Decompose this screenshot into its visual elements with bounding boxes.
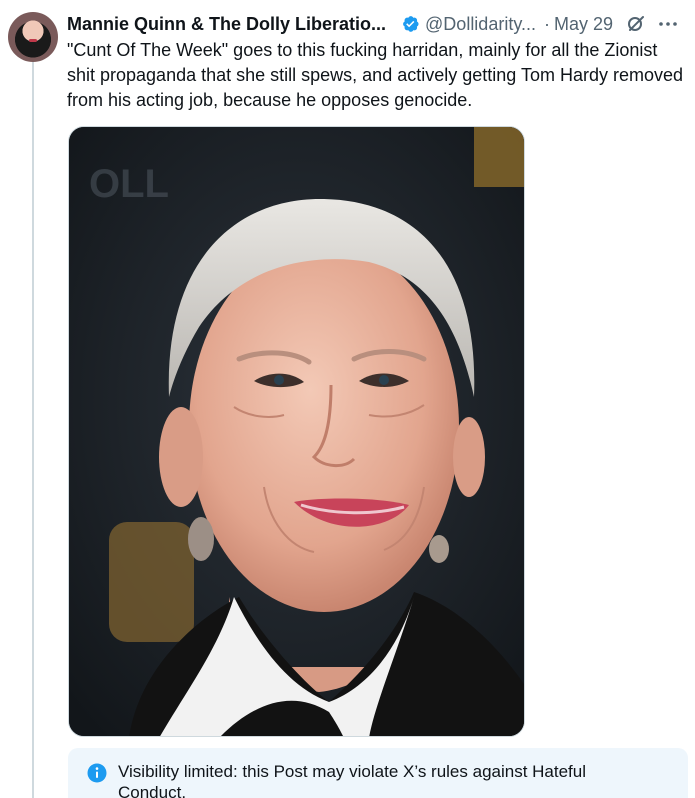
portrait-photo: OLL [69,127,524,736]
user-handle[interactable]: @Dollidarity... [425,14,536,35]
avatar-lips [29,39,37,42]
info-icon [87,763,107,783]
visibility-notice-text: Visibility limited: this Post may violat… [118,762,587,798]
svg-text:OLL: OLL [89,162,169,206]
thread-connector-line [32,62,34,798]
grok-icon[interactable] [625,13,647,35]
post-image[interactable]: OLL [68,126,525,737]
verified-badge-icon[interactable] [400,14,420,34]
visibility-notice[interactable]: Visibility limited: this Post may violat… [68,748,688,798]
meta-separator: · [544,13,550,34]
avatar[interactable] [8,12,58,62]
more-icon[interactable] [657,13,679,35]
post-header: Mannie Quinn & The Dolly Liberatio... @D… [67,12,687,36]
post-text: "Cunt Of The Week" goes to this fucking … [67,40,683,110]
display-name[interactable]: Mannie Quinn & The Dolly Liberatio... [67,14,386,35]
post-date[interactable]: May 29 [554,14,613,35]
